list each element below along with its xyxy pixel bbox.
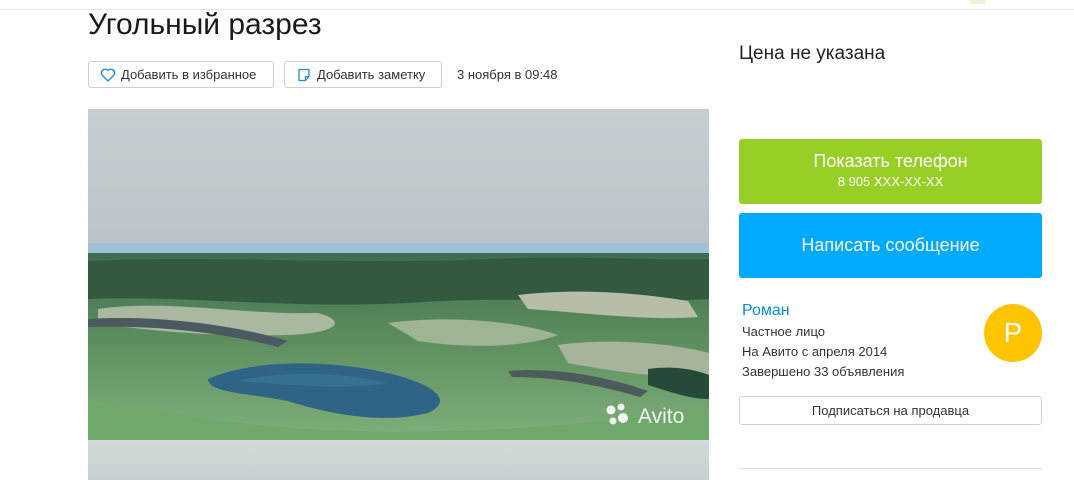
seller-avatar[interactable]: Р	[984, 304, 1042, 362]
listing-title: Угольный разрез	[88, 8, 322, 41]
aerial-landscape-image: Avito	[88, 109, 709, 480]
avito-watermark: Avito	[638, 405, 684, 428]
price-label: Цена не указана	[739, 43, 886, 64]
add-note-label: Добавить заметку	[317, 67, 426, 82]
listing-date: 3 ноября в 09:48	[457, 67, 558, 82]
note-icon	[296, 67, 312, 83]
seller-type: Частное лицо	[742, 324, 825, 339]
seller-since: На Авито с апреля 2014	[742, 344, 888, 359]
seller-completed-count: Завершено 33 объявления	[742, 364, 905, 379]
show-phone-button[interactable]: Показать телефон 8 905 XXX-XX-XX	[739, 139, 1042, 204]
seller-name-link[interactable]: Роман	[742, 302, 790, 320]
add-note-button[interactable]: Добавить заметку	[284, 61, 442, 88]
add-to-favorites-label: Добавить в избранное	[121, 67, 257, 82]
sidebar-divider	[739, 468, 1042, 469]
heart-outline-icon	[100, 67, 116, 83]
phone-number-masked: 8 905 XXX-XX-XX	[837, 174, 944, 189]
show-phone-label: Показать телефон	[813, 151, 968, 171]
listing-photo[interactable]: Avito	[88, 109, 709, 480]
top-accent	[970, 0, 986, 4]
write-message-button[interactable]: Написать сообщение	[739, 213, 1042, 278]
subscribe-seller-button[interactable]: Подписаться на продавца	[739, 396, 1042, 425]
add-to-favorites-button[interactable]: Добавить в избранное	[88, 61, 274, 88]
